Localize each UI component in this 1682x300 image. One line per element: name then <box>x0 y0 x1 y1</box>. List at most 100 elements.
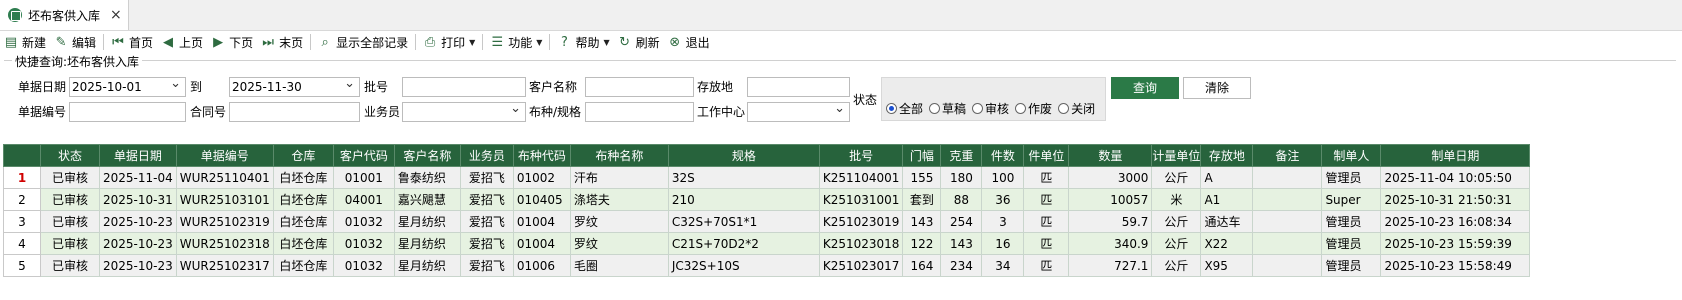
table-cell: 10057 <box>1068 188 1153 211</box>
table-cell <box>1252 166 1323 189</box>
column-header[interactable]: 业务员 <box>459 144 514 167</box>
table-cell: 155 <box>902 166 942 189</box>
new-button[interactable]: ▤ 新建 <box>0 31 50 53</box>
contract-input[interactable] <box>229 102 360 122</box>
fabric-label: 布种/规格 <box>529 105 582 119</box>
column-header[interactable]: 件单位 <box>1023 144 1070 167</box>
column-header[interactable]: 状态 <box>40 144 100 167</box>
date-from-field[interactable]: 2025-10-01 <box>69 75 186 97</box>
table-cell: K251104001 <box>818 166 904 189</box>
column-header[interactable]: 克重 <box>940 144 983 167</box>
table-cell: 罗纹 <box>569 232 669 255</box>
status-radio-2[interactable]: 审核 <box>972 100 1009 117</box>
table-cell: 36 <box>981 188 1025 211</box>
table-cell: 爱招飞 <box>459 166 514 189</box>
table-row[interactable]: 3 已审核 2025-10-23 WUR25102319 白坯仓库 01032 星月纺织 爱招… <box>3 210 1531 233</box>
exit-button[interactable]: ⊗ 退出 <box>664 31 714 53</box>
function-button[interactable]: ☰ 功能 ▼ <box>486 31 546 53</box>
tab-fabric-intake[interactable]: 坯布客供入库 × <box>0 0 129 30</box>
table-cell: 匹 <box>1023 188 1070 211</box>
workcenter-select[interactable] <box>747 100 850 122</box>
next-page-button[interactable]: ▶ 下页 <box>207 31 257 53</box>
row-number-cell: 4 <box>3 232 41 255</box>
table-cell <box>1252 232 1323 255</box>
search-button[interactable]: 查询 <box>1111 77 1179 99</box>
table-cell: Super <box>1321 188 1382 211</box>
radio-dot-icon <box>886 102 897 114</box>
table-cell: 59.7 <box>1068 210 1153 233</box>
table-cell: 爱招飞 <box>459 210 514 233</box>
column-header[interactable]: 件数 <box>981 144 1025 167</box>
date-to-field[interactable]: 2025-11-30 <box>229 75 360 97</box>
column-header[interactable]: 单据日期 <box>99 144 177 167</box>
column-header[interactable]: 客户名称 <box>393 144 461 167</box>
help-button[interactable]: ? 帮助 ▼ <box>553 31 613 53</box>
column-header[interactable]: 仓库 <box>272 144 334 167</box>
table-cell: 鲁泰纺织 <box>393 166 461 189</box>
table-cell <box>1252 210 1323 233</box>
location-input[interactable] <box>747 77 850 97</box>
row-number-cell: 1 <box>3 166 41 189</box>
prev-page-button[interactable]: ◀ 上页 <box>157 31 207 53</box>
edit-label: 编辑 <box>72 35 97 50</box>
workcenter-label: 工作中心 <box>697 105 746 119</box>
column-header[interactable]: 存放地 <box>1200 144 1254 167</box>
tab-bar: 坯布客供入库 × <box>0 0 1682 31</box>
radio-dot-icon <box>972 102 984 114</box>
table-row[interactable]: 5 已审核 2025-10-23 WUR25102317 白坯仓库 01032 星月纺织 爱招… <box>3 254 1531 277</box>
column-header[interactable]: 布种代码 <box>512 144 571 167</box>
fabric-input[interactable] <box>585 102 694 122</box>
column-header[interactable]: 布种名称 <box>569 144 669 167</box>
table-cell: 匹 <box>1023 166 1070 189</box>
last-page-button[interactable]: ⏭ 末页 <box>257 31 307 53</box>
show-all-button[interactable]: ⌕ 显示全部记录 <box>314 31 412 53</box>
doc-no-label: 单据编号 <box>18 105 67 119</box>
table-row[interactable]: 2 已审核 2025-10-31 WUR25103101 白坯仓库 04001 嘉兴飓慧 爱招… <box>3 188 1531 211</box>
table-cell: K251023017 <box>818 254 904 277</box>
column-header[interactable]: 计量单位 <box>1151 144 1202 167</box>
last-page-label: 末页 <box>279 35 304 50</box>
doc-no-input[interactable] <box>69 102 186 122</box>
status-radio-3[interactable]: 作废 <box>1015 100 1052 117</box>
column-header[interactable]: 单据编号 <box>175 144 274 167</box>
table-cell: 白坯仓库 <box>272 254 334 277</box>
refresh-button[interactable]: ↻ 刷新 <box>614 31 664 53</box>
customer-input[interactable] <box>585 77 694 97</box>
status-radio-1[interactable]: 草稿 <box>929 100 966 117</box>
table-cell: 210 <box>667 188 820 211</box>
table-cell: 公斤 <box>1151 166 1202 189</box>
column-header[interactable] <box>3 144 41 167</box>
batch-input[interactable] <box>402 77 526 97</box>
table-cell: WUR25102317 <box>175 254 274 277</box>
edit-button[interactable]: ✎ 编辑 <box>50 31 100 53</box>
table-cell: C21S+70D2*2 <box>667 232 820 255</box>
table-cell: 01032 <box>332 254 395 277</box>
table-cell: 143 <box>940 232 983 255</box>
status-radio-0[interactable]: 全部 <box>886 100 923 117</box>
table-cell: 2025-10-31 21:50:31 <box>1380 188 1531 211</box>
column-header[interactable]: 制单日期 <box>1380 144 1531 167</box>
salesman-select[interactable] <box>402 100 526 122</box>
table-cell: 公斤 <box>1151 254 1202 277</box>
refresh-label: 刷新 <box>635 35 660 50</box>
clear-button[interactable]: 清除 <box>1183 77 1251 99</box>
close-icon[interactable]: × <box>110 7 122 23</box>
column-header[interactable]: 制单人 <box>1321 144 1382 167</box>
salesman-label: 业务员 <box>364 105 401 119</box>
table-row[interactable]: 1 已审核 2025-11-04 WUR25110401 白坯仓库 01001 鲁泰纺织 爱招… <box>3 166 1531 189</box>
grid-header-row: 状态 单据日期 单据编号 仓库 客户代码 客户名称 业务员 布种代码 布种名称 规格 批号 门幅 克重件… <box>3 144 1531 167</box>
toolbar-separator <box>415 34 417 50</box>
column-header[interactable]: 备注 <box>1252 144 1323 167</box>
first-page-button[interactable]: ⏮ 首页 <box>107 31 157 53</box>
column-header[interactable]: 数量 <box>1068 144 1153 167</box>
table-row[interactable]: 4 已审核 2025-10-23 WUR25102318 白坯仓库 01032 星月纺织 爱招… <box>3 232 1531 255</box>
column-header[interactable]: 规格 <box>667 144 820 167</box>
column-header[interactable]: 门幅 <box>902 144 942 167</box>
column-header[interactable]: 客户代码 <box>332 144 395 167</box>
column-header[interactable]: 批号 <box>818 144 904 167</box>
status-radio-4[interactable]: 关闭 <box>1058 100 1095 117</box>
dropdown-arrow-icon: ▼ <box>536 37 543 47</box>
table-cell: 164 <box>902 254 942 277</box>
print-button[interactable]: ⎙ 打印 ▼ <box>419 31 479 53</box>
table-cell: A <box>1200 166 1254 189</box>
